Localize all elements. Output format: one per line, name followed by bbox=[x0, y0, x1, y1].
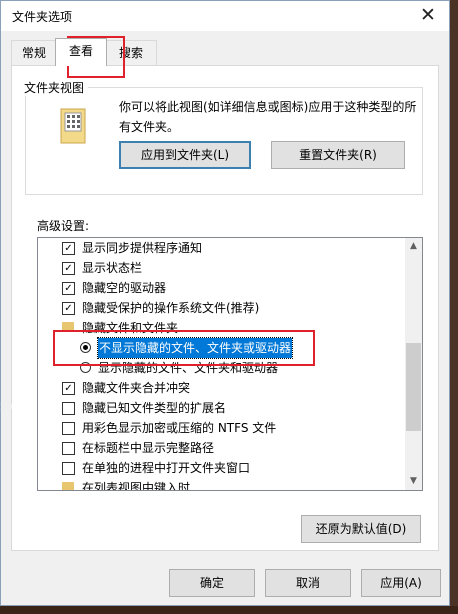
cancel-button[interactable]: 取消 bbox=[265, 569, 351, 597]
list-item-label: 隐藏已知文件类型的扩展名 bbox=[82, 401, 227, 415]
apply-to-folders-button[interactable]: 应用到文件夹(L) bbox=[119, 141, 251, 169]
checkbox[interactable] bbox=[62, 462, 75, 475]
folder-icon bbox=[59, 107, 89, 147]
list-item-label: 在列表视图中键入时 bbox=[82, 481, 191, 491]
folder-options-dialog: 文件夹选项 ✕ 常规 查看 搜索 文件夹视图 你可以将此视图(如详细信息或图标)… bbox=[0, 0, 450, 606]
background-text: 20 bbox=[0, 402, 13, 413]
vertical-scrollbar[interactable]: ▲ ▼ bbox=[405, 238, 422, 490]
restore-defaults-button[interactable]: 还原为默认值(D) bbox=[301, 515, 421, 543]
folder-views-legend: 文件夹视图 bbox=[20, 79, 89, 96]
checkbox[interactable]: ✓ bbox=[62, 382, 75, 395]
list-item-label: 隐藏受保护的操作系统文件(推荐) bbox=[82, 301, 260, 315]
checkbox[interactable]: ✓ bbox=[62, 262, 75, 275]
ok-button[interactable]: 确定 bbox=[169, 569, 255, 597]
list-item-label: 显示同步提供程序通知 bbox=[82, 241, 203, 255]
close-icon[interactable]: ✕ bbox=[417, 4, 439, 26]
title-bar: 文件夹选项 ✕ bbox=[1, 1, 449, 31]
list-item-label: 用彩色显示加密或压缩的 NTFS 文件 bbox=[82, 421, 277, 435]
checkbox[interactable] bbox=[62, 422, 75, 435]
folder-icon bbox=[62, 482, 74, 490]
checkbox[interactable]: ✓ bbox=[62, 302, 75, 315]
checkbox[interactable]: ✓ bbox=[62, 242, 75, 255]
tab-view[interactable]: 查看 bbox=[55, 38, 107, 66]
apply-button[interactable]: 应用(A) bbox=[361, 569, 441, 597]
annotation-highlight-option bbox=[53, 330, 315, 366]
list-item-label: 在标题栏中显示完整路径 bbox=[82, 441, 215, 455]
checkbox[interactable] bbox=[62, 442, 75, 455]
advanced-settings-label: 高级设置: bbox=[37, 219, 90, 233]
reset-folders-button[interactable]: 重置文件夹(R) bbox=[271, 141, 405, 169]
scrollbar-thumb[interactable] bbox=[406, 343, 421, 431]
folder-views-description: 你可以将此视图(如详细信息或图标)应用于这种类型的所有文件夹。 bbox=[119, 100, 417, 134]
background-strip bbox=[0, 606, 458, 614]
list-item-label: 在单独的进程中打开文件夹窗口 bbox=[82, 461, 251, 475]
checkbox[interactable] bbox=[62, 402, 75, 415]
list-item-label: 隐藏空的驱动器 bbox=[82, 281, 167, 295]
scroll-down-icon[interactable]: ▼ bbox=[405, 473, 422, 490]
tab-general[interactable]: 常规 bbox=[11, 40, 57, 65]
background-edge bbox=[450, 0, 458, 614]
list-item-label: 显示状态栏 bbox=[82, 261, 143, 275]
list-item-label: 隐藏文件夹合并冲突 bbox=[82, 381, 191, 395]
scroll-up-icon[interactable]: ▲ bbox=[405, 238, 422, 255]
window-title: 文件夹选项 bbox=[12, 10, 73, 24]
checkbox[interactable]: ✓ bbox=[62, 282, 75, 295]
